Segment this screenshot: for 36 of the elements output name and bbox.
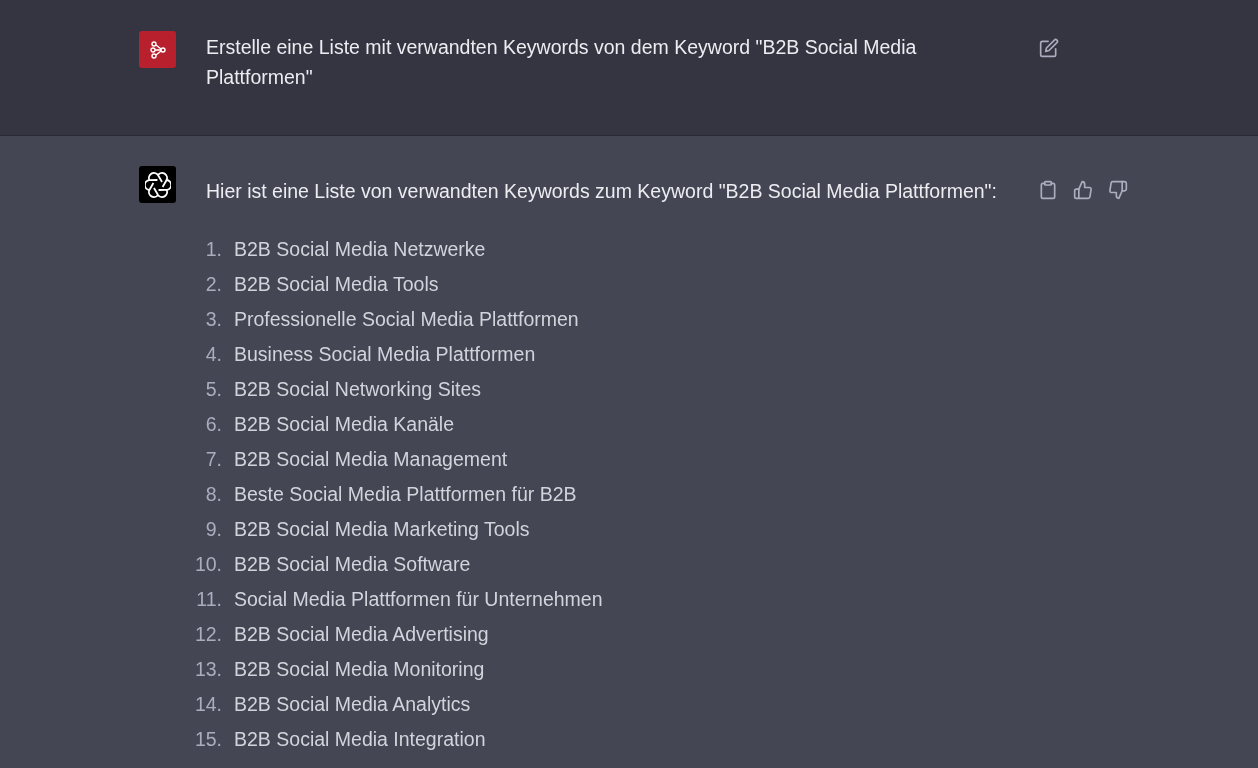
list-number: 15. xyxy=(193,726,222,752)
keyword-item: Social Media Plattformen für Unternehmen xyxy=(234,586,603,612)
list-number: 12. xyxy=(193,621,222,647)
list-number: 7. xyxy=(204,446,222,472)
edit-button[interactable] xyxy=(1037,36,1061,60)
assistant-intro: Hier ist eine Liste von verwandten Keywords zum Keyword "B2B Social Media Plattformen": xyxy=(206,179,998,204)
keyword-item: Professionelle Social Media Plattformen xyxy=(234,306,579,332)
node-graph-icon xyxy=(149,40,166,59)
keyword-item: Beste Social Media Plattformen für B2B xyxy=(234,481,577,507)
thumbs-up-button[interactable] xyxy=(1071,178,1095,202)
keyword-item: B2B Social Media Software xyxy=(234,551,471,577)
keyword-item: B2B Social Media Integration xyxy=(234,726,486,752)
keyword-item: B2B Social Media Advertising xyxy=(234,621,489,647)
list-number: 9. xyxy=(204,516,222,542)
keyword-item: B2B Social Media Netzwerke xyxy=(234,236,486,262)
keyword-item: B2B Social Media Analytics xyxy=(234,691,471,717)
list-number: 13. xyxy=(193,656,222,682)
keyword-item: B2B Social Media Marketing Tools xyxy=(234,516,530,542)
keyword-item: B2B Social Networking Sites xyxy=(234,376,482,402)
user-message: Erstelle eine Liste mit verwandten Keywords von dem Keyword "B2B Social Media Plattformen" xyxy=(206,35,918,90)
list-number: 3. xyxy=(204,306,222,332)
list-number: 4. xyxy=(204,341,222,367)
keyword-item: B2B Social Media Tools xyxy=(234,271,439,297)
keyword-item: Business Social Media Plattformen xyxy=(234,341,536,367)
list-number: 10. xyxy=(193,551,222,577)
list-number: 6. xyxy=(204,411,222,437)
list-number: 11. xyxy=(195,586,222,612)
list-number: 14. xyxy=(193,691,222,717)
list-number: 1. xyxy=(204,236,222,262)
thumbs-down-button[interactable] xyxy=(1106,178,1130,202)
keyword-item: B2B Social Media Kanäle xyxy=(234,411,455,437)
keyword-item: B2B Social Media Management xyxy=(234,446,508,472)
list-number: 2. xyxy=(204,271,222,297)
list-number: 5. xyxy=(204,376,222,402)
keyword-item: B2B Social Media Monitoring xyxy=(234,656,485,682)
list-number: 8. xyxy=(204,481,222,507)
